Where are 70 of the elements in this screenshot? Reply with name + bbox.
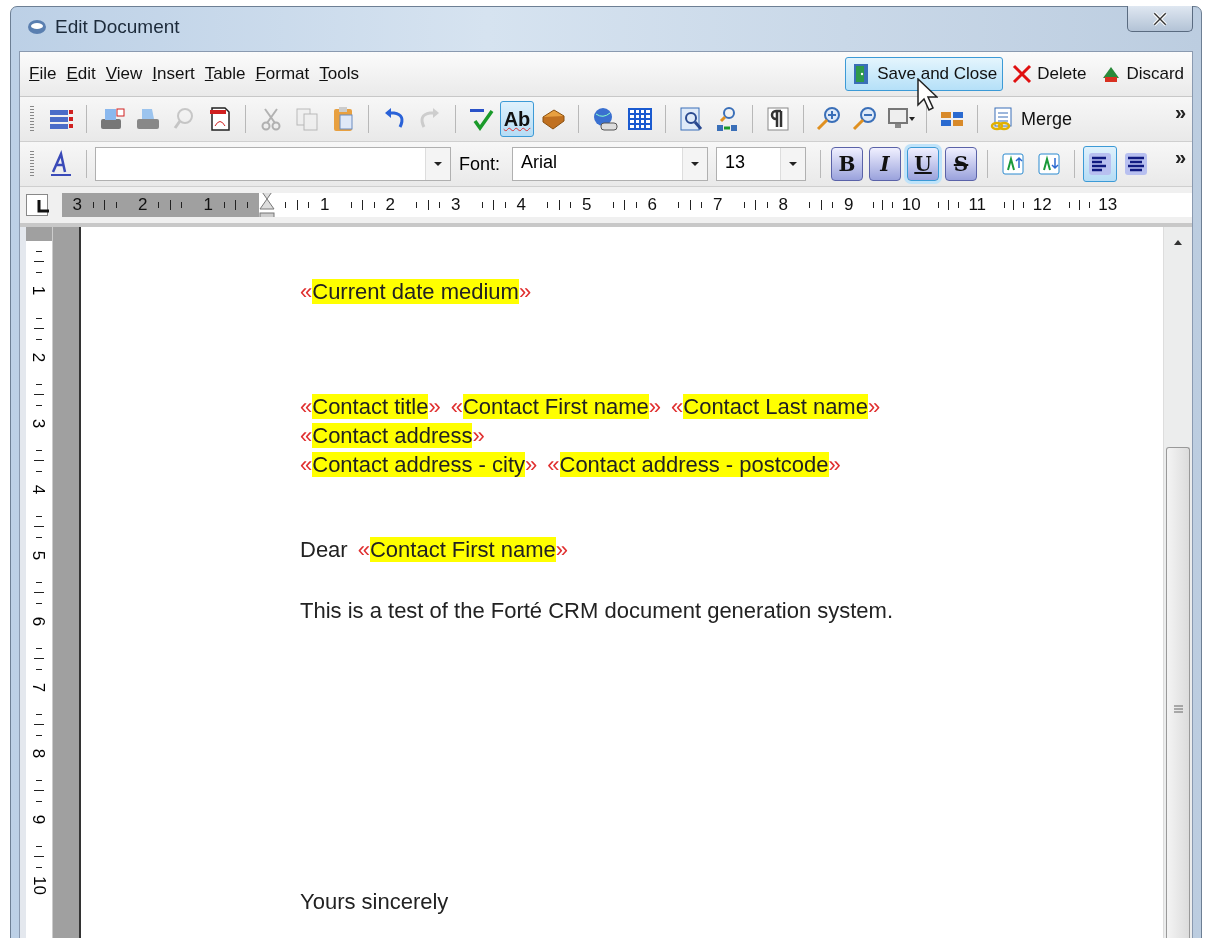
ruler-number: 5 <box>581 195 592 215</box>
combo-box[interactable]: Arial <box>512 147 709 181</box>
menu-item[interactable]: Tools <box>314 62 364 86</box>
ruler-number: 4 <box>30 484 48 494</box>
close-button[interactable] <box>1127 6 1193 32</box>
format-button[interactable]: B <box>831 147 864 181</box>
format-button[interactable]: S <box>945 147 978 181</box>
grip-lines-icon <box>1173 704 1183 714</box>
toolbar-button[interactable]: Delete <box>1005 57 1093 91</box>
ruler-number: 5 <box>30 550 48 560</box>
toolbar-button[interactable]: Discard <box>1094 57 1190 91</box>
ruler-number: 9 <box>30 814 48 824</box>
mouse-pointer-icon <box>917 78 938 111</box>
menu-item[interactable]: File <box>24 62 62 86</box>
preview-icon <box>677 105 705 133</box>
close-icon <box>1152 11 1168 26</box>
ruler-number: 10 <box>901 195 921 215</box>
ruler-number: 8 <box>30 748 48 758</box>
menu-item[interactable]: Table <box>199 62 251 86</box>
format-button[interactable]: U <box>907 147 940 181</box>
scrollbar-thumb[interactable] <box>1166 447 1190 938</box>
ruler-number: 2 <box>138 195 148 215</box>
overflow-chevron[interactable]: » <box>1174 146 1186 169</box>
overflow-chevron[interactable]: » <box>1174 101 1186 124</box>
zoom-in-icon <box>815 105 843 133</box>
window-title: Edit Document <box>55 16 181 38</box>
app-icon <box>27 17 47 37</box>
ruler-number: 9 <box>843 195 854 215</box>
ruler-number: 11 <box>968 195 987 215</box>
ruler-number: 8 <box>778 195 788 215</box>
ruler-margin <box>26 227 52 241</box>
ruler-number: 10 <box>30 875 48 895</box>
ruler-number: 3 <box>72 195 83 215</box>
zoom-out-icon <box>851 105 879 133</box>
ruler-number: 6 <box>30 616 48 626</box>
ruler-number: 4 <box>516 195 526 215</box>
toolbar-button[interactable]: Save and Close <box>845 57 1004 91</box>
menu-item[interactable]: Insert <box>147 62 200 86</box>
ruler-number: 6 <box>647 195 657 215</box>
menu-item[interactable]: View <box>100 62 148 86</box>
copy-icon <box>293 105 321 133</box>
format-button[interactable]: I <box>869 147 902 181</box>
body-text: This is a test of the Forté CRM document generation system. <box>300 597 894 625</box>
ruler-number: 12 <box>1032 195 1052 215</box>
combo-box[interactable]: 13 <box>716 147 807 181</box>
ruler-number: 1 <box>319 195 330 215</box>
body-text: Dear <box>300 536 348 564</box>
caret-icon <box>690 161 701 167</box>
font-label: Font: <box>459 153 501 175</box>
menu-item[interactable]: Edit <box>61 62 101 86</box>
ruler-number: 2 <box>385 195 395 215</box>
ruler-number: 2 <box>30 352 48 362</box>
toolbar-button[interactable]: Merge <box>986 101 1076 137</box>
tab-stop-button[interactable] <box>26 194 48 216</box>
ruler-number: 7 <box>712 195 723 215</box>
ruler-number: 1 <box>203 195 214 215</box>
toolbar-button[interactable]: Ab <box>500 101 534 137</box>
table-icon <box>626 105 654 133</box>
ruler-number: 1 <box>30 286 48 296</box>
caret-icon <box>788 161 799 167</box>
toolbar-button[interactable] <box>1083 146 1118 182</box>
ruler-number: 3 <box>450 195 461 215</box>
ruler-number: 3 <box>30 418 48 428</box>
body-text: Yours sincerely <box>300 888 449 916</box>
menu-item[interactable]: Format <box>250 62 315 86</box>
pilcrow-icon <box>764 105 792 133</box>
cross-icon <box>1011 63 1034 85</box>
ruler-number: 7 <box>30 682 48 692</box>
ruler-number: 13 <box>1098 195 1118 215</box>
caret-icon <box>433 161 443 167</box>
